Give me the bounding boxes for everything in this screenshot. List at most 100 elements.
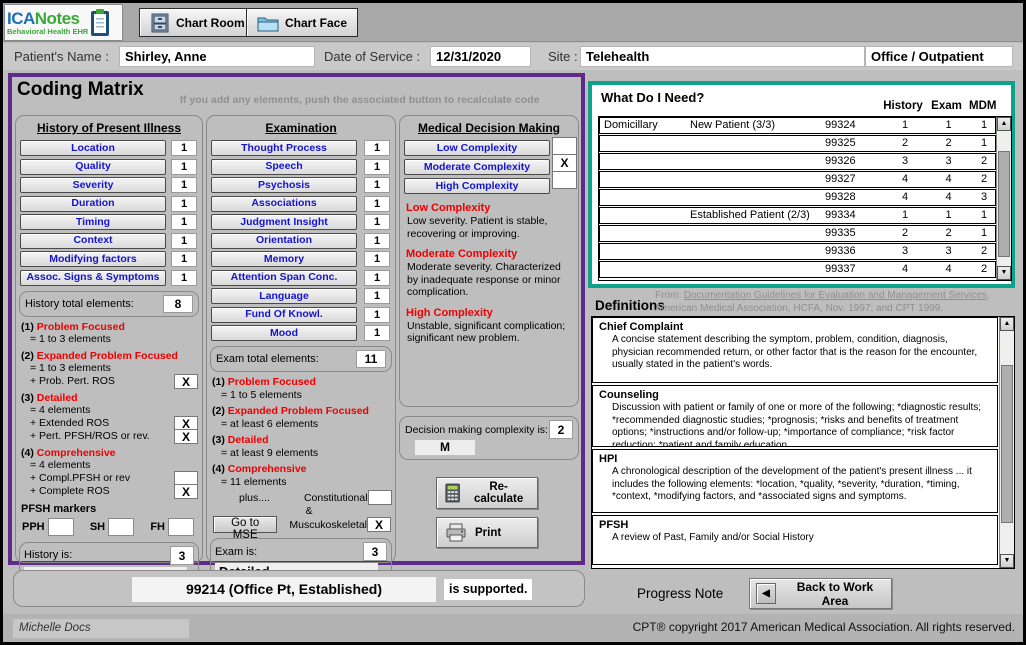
setting-cell: Domicillary xyxy=(600,118,690,133)
hpi-context-count: 1 xyxy=(171,233,197,249)
setting-cell xyxy=(600,244,690,259)
hpi-duration-button[interactable]: Duration xyxy=(20,196,166,212)
history-cell: 2 xyxy=(884,136,926,151)
hpi-quality-count: 1 xyxy=(171,159,197,175)
definition-item: HPIA chronological description of the de… xyxy=(592,449,998,513)
date-of-service-field[interactable]: 12/31/2020 xyxy=(430,46,531,67)
patient-type-cell xyxy=(690,136,822,151)
hpi-timing-button[interactable]: Timing xyxy=(20,214,166,230)
exam-psychosis-button[interactable]: Psychosis xyxy=(211,177,357,193)
legend-heading: (4) Comprehensive xyxy=(21,447,198,459)
logo-ica-text: ICA xyxy=(7,9,35,28)
mdm-cell: 1 xyxy=(971,208,997,223)
legend-line: = at least 6 elements xyxy=(221,417,391,430)
site-field[interactable]: Telehealth xyxy=(580,46,865,67)
scroll-down-button[interactable] xyxy=(997,266,1011,280)
hpi-term: HPI xyxy=(599,453,991,466)
pfsh-pph: PPH xyxy=(22,518,74,536)
legend-text: + Prob. Pert. ROS xyxy=(30,375,115,387)
history-cell: 4 xyxy=(884,172,926,187)
history-cell: 1 xyxy=(884,118,926,133)
chief-complaint-term: Chief Complaint xyxy=(599,321,991,334)
legend-line: + Extended ROSX xyxy=(30,417,198,430)
pfsh-pph-field[interactable] xyxy=(48,518,74,536)
definitions-source-line1: From: Documentation Guidelines for Evalu… xyxy=(655,290,1017,303)
recalculate-button[interactable]: Re-calculate xyxy=(436,477,538,509)
scroll-thumb[interactable] xyxy=(998,151,1010,257)
exam-orientation-button[interactable]: Orientation xyxy=(211,233,357,249)
moderate-complexity-button[interactable]: Moderate Complexity xyxy=(404,159,550,175)
exam-fund-of-knowl-button[interactable]: Fund Of Knowl. xyxy=(211,307,357,323)
legend-text: = 1 to 5 elements xyxy=(221,389,302,401)
exam-cell: 2 xyxy=(926,136,971,151)
code-table-row: Established Patient (2/3)99334111 xyxy=(599,207,996,224)
pfsh-fh-field[interactable] xyxy=(168,518,194,536)
pert-pfsh-ros-or-rev-checkbox: X xyxy=(174,429,198,444)
hpi-context-button[interactable]: Context xyxy=(20,233,166,249)
documentation-guidelines-link[interactable]: Documentation Guidelines for Evaluation … xyxy=(684,290,987,301)
legend-text: = 4 elements xyxy=(30,459,90,471)
exam-judgment-insight-button[interactable]: Judgment Insight xyxy=(211,214,357,230)
code-cell: 99336 xyxy=(822,244,884,259)
hpi-assoc-signs-symptoms-count: 1 xyxy=(171,270,197,286)
patient-name-field[interactable]: Shirley, Anne xyxy=(119,46,315,67)
back-to-work-area-button[interactable]: Back to Work Area xyxy=(749,578,892,609)
exam-memory-button[interactable]: Memory xyxy=(211,251,357,267)
go-to-mse-button[interactable]: Go to MSE xyxy=(213,516,277,533)
exam-judgment-insight-count: 1 xyxy=(364,214,390,230)
chart-face-button[interactable]: Chart Face xyxy=(246,8,358,37)
legend-line: + Prob. Pert. ROSX xyxy=(30,375,198,388)
high-complexity-button[interactable]: High Complexity xyxy=(404,178,550,194)
hpi-quality-button[interactable]: Quality xyxy=(20,159,166,175)
hpi-assoc-signs-symptoms-button[interactable]: Assoc. Signs & Symptoms xyxy=(20,270,166,286)
exam-column-header: Exam xyxy=(924,100,969,112)
mdm-cell: 1 xyxy=(971,136,997,151)
exam-attention-span-conc-button[interactable]: Attention Span Conc. xyxy=(211,270,357,286)
low-complexity-description: Low severity. Patient is stable, recover… xyxy=(407,215,573,240)
hpi-severity-button[interactable]: Severity xyxy=(20,177,166,193)
is-supported-label: is supported. xyxy=(444,579,532,600)
exam-associations-button[interactable]: Associations xyxy=(211,196,357,212)
element-row: Speech1 xyxy=(211,159,392,175)
pfsh-sh-field[interactable] xyxy=(108,518,134,536)
code-table-row: DomicillaryNew Patient (3/3)99324111 xyxy=(599,117,996,134)
patient-type-cell xyxy=(690,154,822,169)
pfsh-markers-row: PPHSHFH xyxy=(22,518,194,536)
definitions-scrollbar[interactable] xyxy=(999,317,1014,568)
code-table-scrollbar[interactable] xyxy=(996,117,1011,280)
definition-item: CounselingDiscussion with patient or fam… xyxy=(592,385,998,447)
scroll-up-button[interactable] xyxy=(1000,317,1014,331)
chart-room-button[interactable]: Chart Room xyxy=(139,8,256,37)
pfsh-markers-label: PFSH markers xyxy=(21,503,200,515)
high-complexity-marker xyxy=(552,171,577,189)
exam-thought-process-count: 1 xyxy=(364,140,390,156)
element-row: Attention Span Conc.1 xyxy=(211,270,392,286)
legend-line: = 1 to 3 elements xyxy=(30,333,198,346)
hpi-duration-count: 1 xyxy=(171,196,197,212)
print-label: Print xyxy=(475,527,501,539)
exam-psychosis-count: 1 xyxy=(364,177,390,193)
code-table-row: 99335221 xyxy=(599,225,996,242)
exam-column-title: Examination xyxy=(209,121,393,135)
element-row: Modifying factors1 xyxy=(20,251,199,267)
exam-thought-process-button[interactable]: Thought Process xyxy=(211,140,357,156)
history-column-title: History of Present Illness xyxy=(18,121,200,135)
scroll-up-button[interactable] xyxy=(997,117,1011,131)
calculator-icon xyxy=(445,482,460,504)
patient-type-cell: New Patient (3/3) xyxy=(690,118,822,133)
folder-icon xyxy=(257,14,279,32)
exam-mood-button[interactable]: Mood xyxy=(211,325,357,341)
hpi-location-button[interactable]: Location xyxy=(20,140,166,156)
low-complexity-button[interactable]: Low Complexity xyxy=(404,140,550,156)
back-arrow-icon xyxy=(756,583,776,604)
hpi-modifying-factors-button[interactable]: Modifying factors xyxy=(20,251,166,267)
exam-cell: 4 xyxy=(926,172,971,187)
exam-speech-button[interactable]: Speech xyxy=(211,159,357,175)
decision-complexity-label: Decision making complexity is: xyxy=(405,424,548,436)
exam-language-button[interactable]: Language xyxy=(211,288,357,304)
scroll-down-button[interactable] xyxy=(1000,554,1014,568)
progress-note-label: Progress Note xyxy=(637,586,723,601)
exam-result-label: Exam is: xyxy=(215,546,257,558)
scroll-thumb[interactable] xyxy=(1001,365,1013,523)
print-button[interactable]: Print xyxy=(436,517,538,548)
